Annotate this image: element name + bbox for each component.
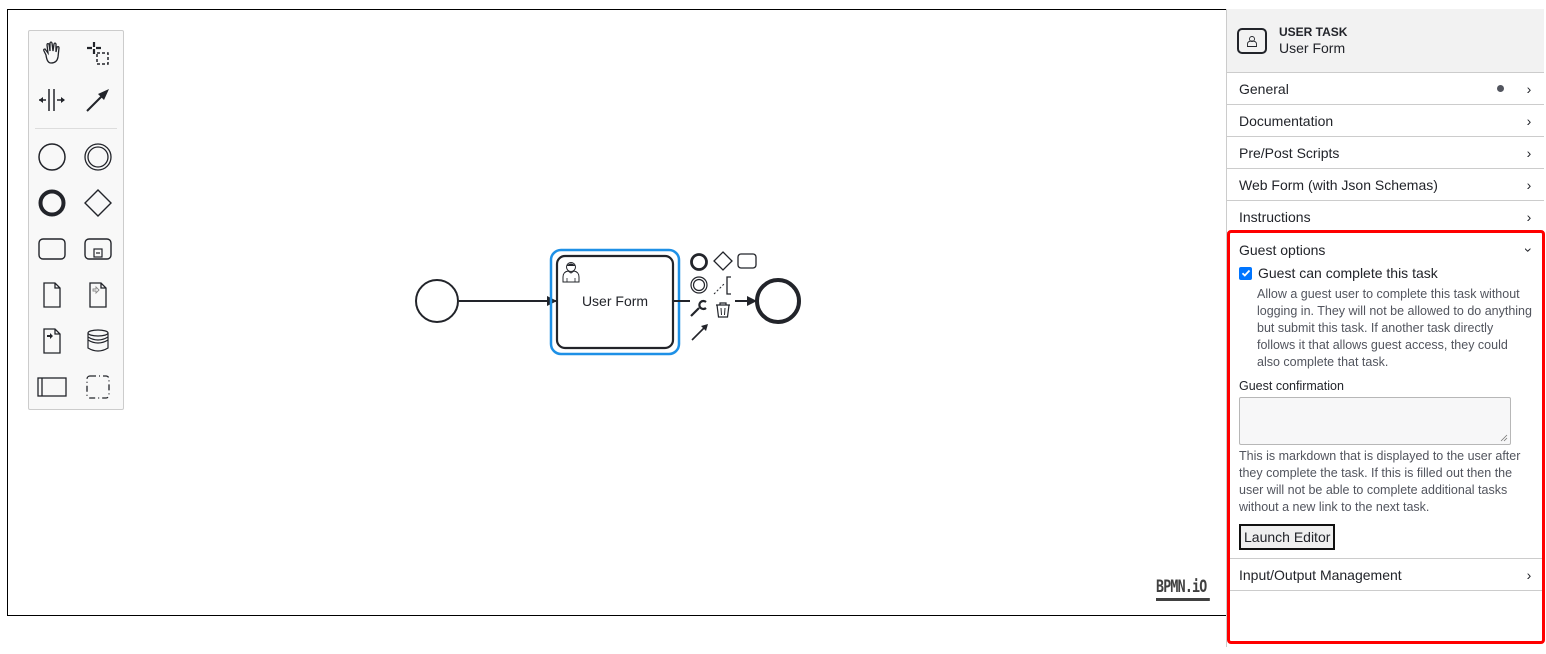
chevron-right-icon: ›	[1526, 80, 1532, 97]
panel-header: USER TASK User Form	[1227, 9, 1544, 73]
properties-panel: USER TASK User Form General › Documentati…	[1226, 9, 1544, 647]
append-end-event[interactable]	[690, 253, 708, 271]
guest-confirmation-textarea[interactable]	[1239, 397, 1511, 445]
task-label: User Form	[582, 293, 648, 309]
group-label: Guest options	[1239, 241, 1326, 258]
change-type-wrench[interactable]	[690, 299, 707, 317]
guest-confirmation-description: This is markdown that is displayed to th…	[1239, 449, 1521, 514]
group-label: Web Form (with Json Schemas)	[1239, 176, 1438, 193]
bpmn-io-logo[interactable]: BPMN.iO	[1156, 577, 1210, 601]
append-intermediate-event[interactable]	[690, 276, 708, 294]
group-instructions[interactable]: Instructions ›	[1227, 201, 1544, 233]
chevron-down-icon: ›	[1521, 247, 1537, 252]
chevron-right-icon: ›	[1526, 176, 1532, 193]
launch-editor-button[interactable]: Launch Editor	[1239, 524, 1336, 550]
group-input-output[interactable]: Input/Output Management ›	[1227, 559, 1544, 591]
group-label: General	[1239, 80, 1289, 97]
chevron-right-icon: ›	[1526, 566, 1532, 583]
user-task-icon	[1237, 27, 1267, 54]
guest-can-complete-checkbox[interactable]	[1239, 266, 1252, 280]
resize-handle-icon[interactable]	[1500, 434, 1508, 442]
data-marker-dot	[1497, 85, 1504, 92]
group-pre-post-scripts[interactable]: Pre/Post Scripts ›	[1227, 137, 1544, 169]
guest-confirmation-label: Guest confirmation	[1239, 379, 1344, 393]
guest-options-header[interactable]: Guest options ›	[1227, 234, 1544, 265]
element-name: User Form	[1279, 40, 1346, 56]
user-task[interactable]: User Form	[549, 248, 681, 356]
context-pad	[690, 251, 757, 341]
group-documentation[interactable]: Documentation ›	[1227, 105, 1544, 137]
checkbox-label: Guest can complete this task	[1258, 265, 1438, 281]
bpmn-diagram: User Form	[415, 248, 801, 356]
chevron-right-icon: ›	[1526, 144, 1532, 161]
checkmark-icon	[1241, 269, 1250, 277]
chevron-right-icon: ›	[1526, 208, 1532, 225]
end-event[interactable]	[755, 278, 801, 324]
chevron-right-icon: ›	[1526, 112, 1532, 129]
element-type: USER TASK	[1279, 25, 1348, 39]
start-event[interactable]	[415, 279, 459, 323]
delete-trash-icon[interactable]	[716, 302, 730, 318]
group-label: Documentation	[1239, 112, 1334, 129]
checkbox-description: Allow a guest user to complete this task…	[1257, 287, 1532, 369]
group-general[interactable]: General ›	[1227, 73, 1544, 105]
group-label: Input/Output Management	[1239, 566, 1402, 583]
append-gateway[interactable]	[713, 251, 733, 271]
group-label: Instructions	[1239, 208, 1311, 225]
group-web-form[interactable]: Web Form (with Json Schemas) ›	[1227, 169, 1544, 201]
append-text-annotation[interactable]	[713, 276, 731, 295]
append-task[interactable]	[737, 253, 757, 269]
group-guest-options: Guest options › Guest can complete this t…	[1227, 234, 1544, 559]
group-label: Pre/Post Scripts	[1239, 144, 1340, 161]
connect-arrow[interactable]	[691, 324, 708, 341]
